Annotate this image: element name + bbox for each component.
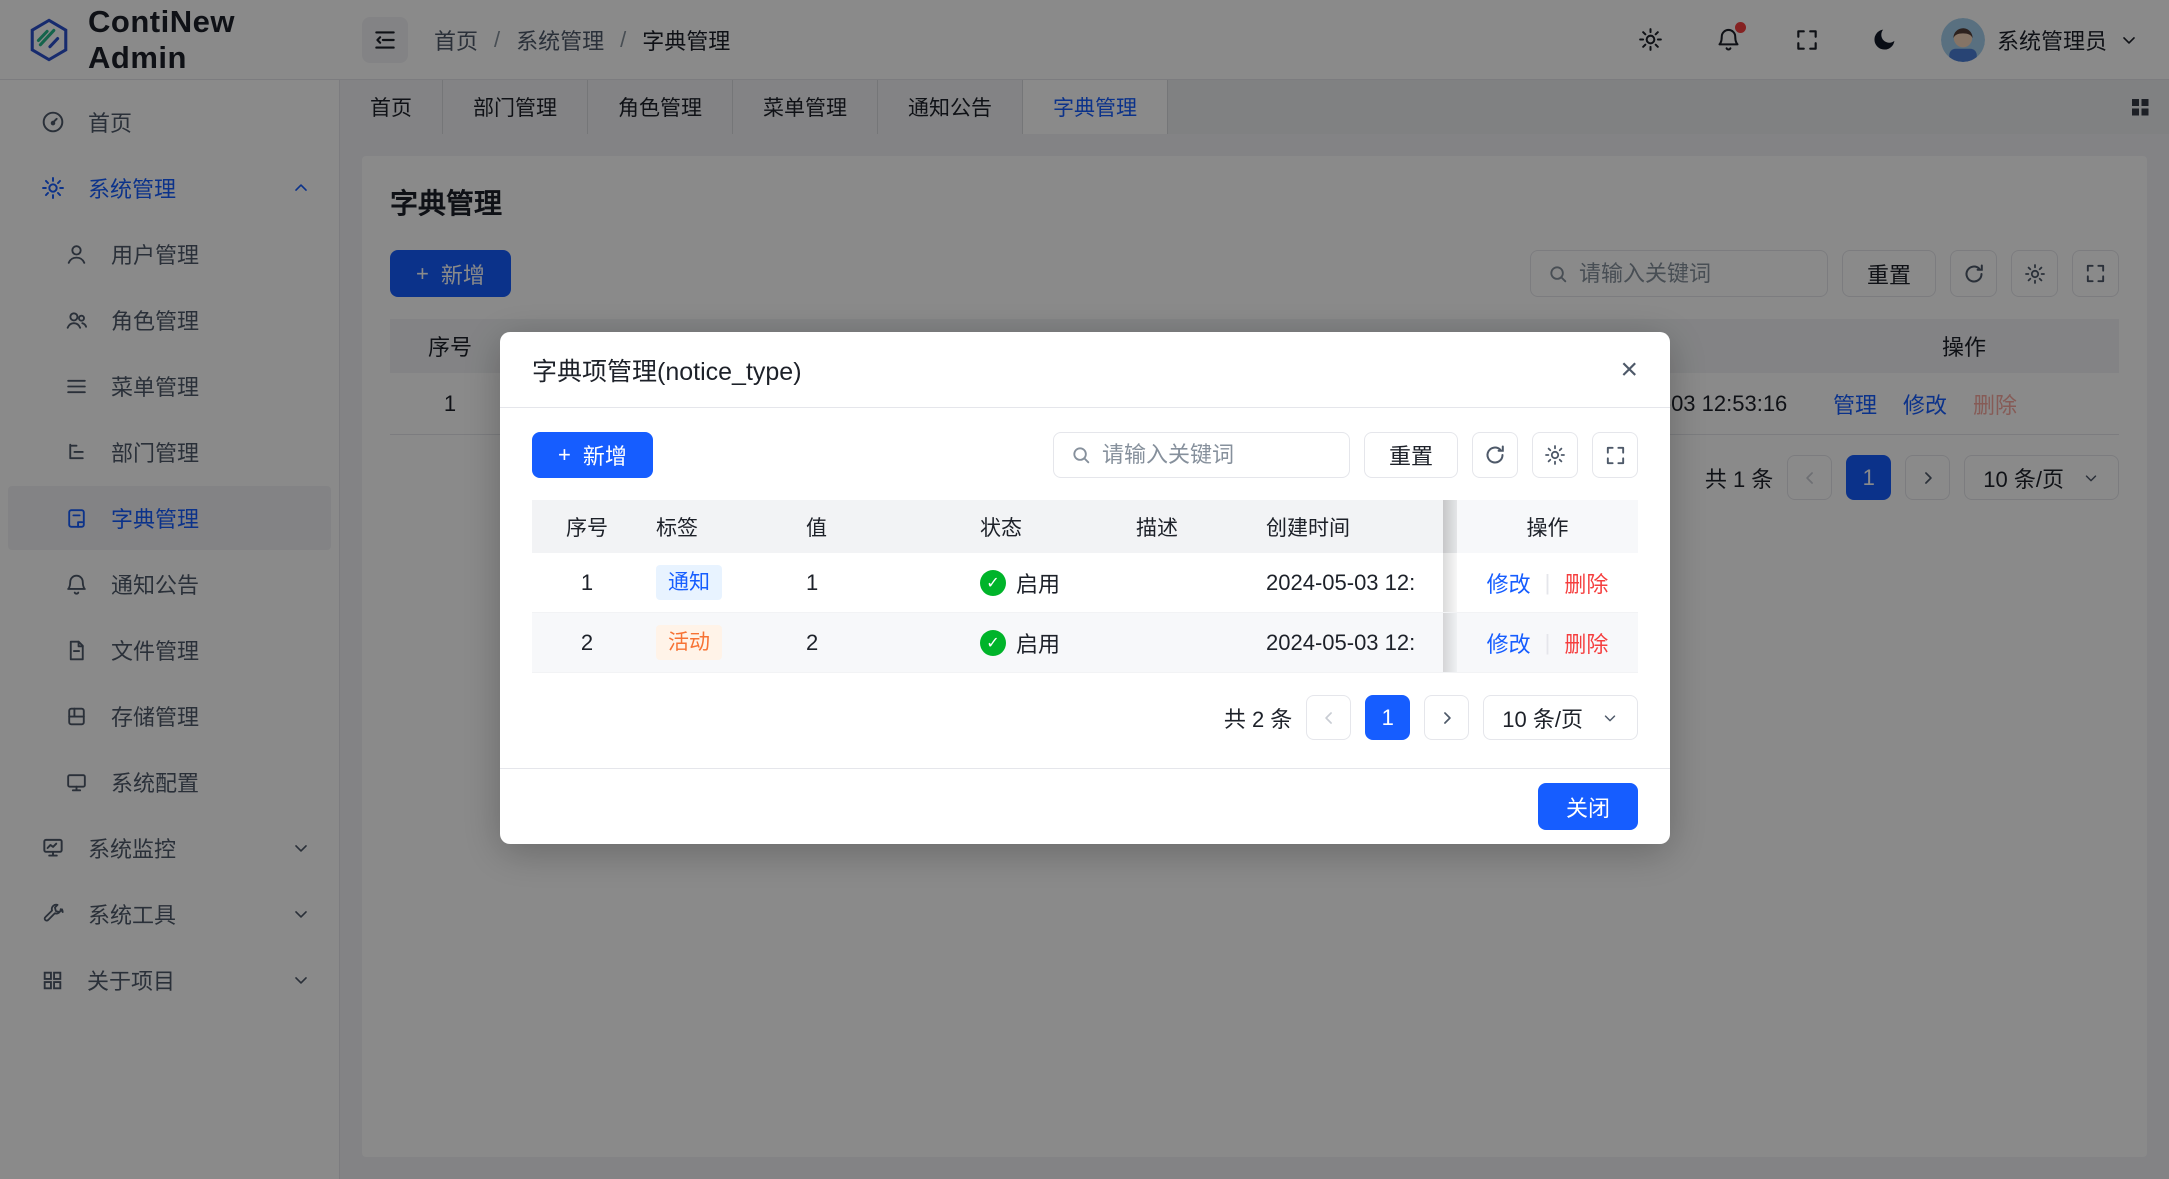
table-row: 1 通知 1 ✓ 启用 2024-05-03 12: 修改 | 删除	[532, 553, 1638, 613]
pagination-total: 共 2 条	[1224, 702, 1292, 734]
chevron-left-icon	[1319, 708, 1339, 728]
status-label: 启用	[1016, 567, 1060, 599]
delete-link[interactable]: 删除	[1564, 567, 1608, 599]
cell-value: 2	[792, 630, 952, 656]
modal-footer: 关闭	[500, 768, 1670, 844]
tag-badge: 活动	[656, 625, 722, 660]
chevron-down-icon	[1601, 709, 1619, 727]
modal-toolbar: + 新增 重置	[532, 432, 1638, 478]
col-header-created: 创建时间	[1252, 512, 1443, 542]
edit-link[interactable]: 修改	[1487, 627, 1531, 659]
cell-status: ✓ 启用	[952, 627, 1122, 659]
tag-badge: 通知	[656, 565, 722, 600]
action-divider: |	[1545, 630, 1551, 656]
delete-link[interactable]: 删除	[1564, 627, 1608, 659]
col-header-value: 值	[792, 512, 952, 542]
gear-icon[interactable]	[1532, 432, 1578, 478]
cell-created: 2024-05-03 12:	[1252, 630, 1443, 656]
table-scrollbar-track[interactable]	[1443, 500, 1457, 553]
modal-table-header-row: 序号 标签 值 状态 描述 创建时间 操作	[532, 500, 1638, 553]
check-icon: ✓	[980, 630, 1006, 656]
modal-title: 字典项管理(notice_type)	[532, 352, 802, 388]
action-divider: |	[1545, 570, 1551, 596]
modal-pagination: 共 2 条 1 10 条/页	[532, 695, 1638, 740]
modal-header: 字典项管理(notice_type) ×	[500, 332, 1670, 408]
chevron-right-icon	[1437, 708, 1457, 728]
next-page-button[interactable]	[1424, 695, 1469, 740]
modal-add-button[interactable]: + 新增	[532, 432, 653, 478]
cell-value: 1	[792, 570, 952, 596]
close-icon[interactable]: ×	[1620, 355, 1638, 385]
cell-index: 1	[532, 570, 642, 596]
dict-items-modal: 字典项管理(notice_type) × + 新增 重置	[500, 332, 1670, 844]
modal-search-input[interactable]	[1102, 442, 1333, 468]
check-icon: ✓	[980, 570, 1006, 596]
status-label: 启用	[1016, 627, 1060, 659]
edit-link[interactable]: 修改	[1487, 567, 1531, 599]
fullscreen-icon[interactable]	[1592, 432, 1638, 478]
modal-body: + 新增 重置 序号	[500, 408, 1670, 740]
search-icon	[1070, 444, 1092, 466]
col-header-status: 状态	[952, 512, 1122, 542]
cell-created: 2024-05-03 12:	[1252, 570, 1443, 596]
cell-index: 2	[532, 630, 642, 656]
col-header-index: 序号	[532, 512, 642, 542]
refresh-icon[interactable]	[1472, 432, 1518, 478]
cell-status: ✓ 启用	[952, 567, 1122, 599]
table-scrollbar-track[interactable]	[1443, 613, 1457, 672]
plus-icon: +	[558, 442, 571, 468]
table-row: 2 活动 2 ✓ 启用 2024-05-03 12: 修改 | 删除	[532, 613, 1638, 673]
modal-search-wrap	[1053, 432, 1350, 478]
prev-page-button[interactable]	[1306, 695, 1351, 740]
close-button[interactable]: 关闭	[1538, 783, 1638, 830]
page-size-select[interactable]: 10 条/页	[1483, 695, 1638, 740]
page-number-button[interactable]: 1	[1365, 695, 1410, 740]
table-scrollbar-track[interactable]	[1443, 553, 1457, 612]
col-header-actions: 操作	[1457, 500, 1638, 553]
dict-items-table: 序号 标签 值 状态 描述 创建时间 操作 1 通知 1 ✓ 启用 2024-0…	[532, 500, 1638, 673]
col-header-tag: 标签	[642, 512, 792, 542]
col-header-description: 描述	[1122, 512, 1252, 542]
modal-reset-button[interactable]: 重置	[1364, 432, 1458, 478]
